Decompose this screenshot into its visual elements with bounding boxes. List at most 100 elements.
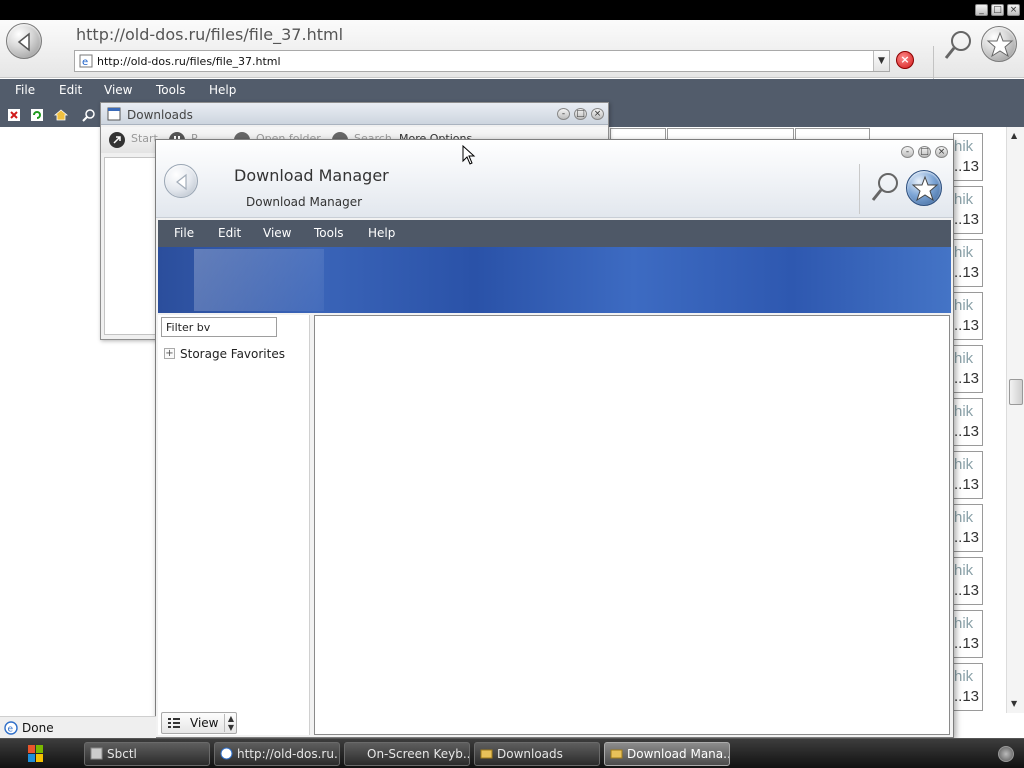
- back-button[interactable]: [6, 23, 42, 59]
- filter-input[interactable]: [161, 317, 277, 337]
- table-cell[interactable]: hik ..13: [953, 239, 983, 287]
- downloads-titlebar[interactable]: Downloads - □ ×: [101, 103, 608, 125]
- svg-text:e: e: [8, 725, 14, 735]
- cell-label: hik: [954, 138, 974, 155]
- table-cell[interactable]: hik ..13: [953, 451, 983, 499]
- menu-tools[interactable]: Tools: [156, 83, 186, 97]
- window-icon: [90, 747, 103, 760]
- taskbar-item-label: Downloads: [497, 747, 563, 761]
- maximize-button[interactable]: □: [991, 4, 1004, 16]
- ie-page-icon: [220, 747, 233, 760]
- windows-start-icon[interactable]: [20, 742, 50, 766]
- menu-view[interactable]: View: [263, 226, 291, 240]
- table-cell[interactable]: hik ..13: [953, 557, 983, 605]
- page-scrollbar[interactable]: ▲ ▼: [1006, 127, 1024, 713]
- table-cell[interactable]: hik ..13: [953, 292, 983, 340]
- favorites-button[interactable]: [981, 26, 1017, 62]
- table-cell[interactable]: hik ..13: [953, 610, 983, 658]
- refresh-icon[interactable]: [30, 108, 44, 122]
- menu-help[interactable]: Help: [368, 226, 395, 240]
- table-cell[interactable]: hik ..13: [953, 186, 983, 234]
- maximize-button[interactable]: □: [918, 146, 931, 158]
- search-small-icon[interactable]: [82, 108, 96, 122]
- status-text: Done: [22, 721, 54, 735]
- home-icon[interactable]: [54, 108, 68, 122]
- scroll-down-icon[interactable]: ▼: [1011, 699, 1017, 708]
- menu-view[interactable]: View: [104, 83, 132, 97]
- downloads-list[interactable]: [104, 157, 156, 335]
- favorites-button[interactable]: [906, 170, 942, 206]
- menu-file[interactable]: File: [15, 83, 35, 97]
- expand-icon[interactable]: +: [164, 348, 175, 359]
- view-button[interactable]: View ▲ ▼: [161, 712, 237, 734]
- back-button[interactable]: [164, 164, 198, 198]
- cell-value: ..13: [954, 635, 980, 652]
- download-manager-title: Download Manager: [234, 166, 389, 185]
- cell-label: hik: [954, 403, 974, 420]
- window-top-strip: _ □ ×: [0, 0, 1024, 20]
- chevron-down-icon[interactable]: ▼: [873, 51, 889, 71]
- minimize-button[interactable]: -: [901, 146, 914, 158]
- minimize-button[interactable]: -: [557, 108, 570, 120]
- download-list-pane[interactable]: [314, 315, 950, 735]
- menu-file[interactable]: File: [174, 226, 194, 240]
- window-icon: [107, 107, 121, 121]
- table-cell[interactable]: hik ..13: [953, 504, 983, 552]
- close-button[interactable]: ×: [1007, 4, 1020, 16]
- table-cell[interactable]: hik ..13: [953, 345, 983, 393]
- ie-page-icon: e: [4, 721, 18, 735]
- favorites-star-icon: [911, 175, 939, 202]
- address-input[interactable]: [97, 51, 867, 71]
- taskbar-item-sbctl[interactable]: Sbctl: [84, 742, 210, 766]
- scroll-thumb[interactable]: [1009, 379, 1023, 405]
- spinner-icon[interactable]: ▲ ▼: [224, 714, 237, 732]
- main-menu-bar: File Edit View Tools Help: [0, 79, 1024, 103]
- taskbar-item-keyboard[interactable]: On-Screen Keyb...: [344, 742, 470, 766]
- stop-icon[interactable]: ×: [896, 51, 914, 69]
- mouse-cursor-icon: [462, 145, 476, 165]
- cell-value: ..13: [954, 264, 980, 281]
- page-title: http://old-dos.ru/files/file_37.html: [76, 25, 344, 44]
- banner-image: [158, 247, 951, 313]
- address-bar[interactable]: e ▼: [74, 50, 890, 72]
- back-arrow-icon: [176, 173, 187, 191]
- toolbar-divider: [859, 164, 860, 214]
- cell-value: ..13: [954, 211, 980, 228]
- list-view-icon: [168, 718, 180, 728]
- status-bar: e Done: [0, 716, 156, 738]
- close-button[interactable]: ×: [591, 108, 604, 120]
- table-cell[interactable]: hik ..13: [953, 398, 983, 446]
- cell-value: ..13: [954, 423, 980, 440]
- download-manager-window[interactable]: Download Manager Download Manager - □ × …: [155, 139, 954, 738]
- taskbar-item-label: Download Mana...: [627, 747, 730, 761]
- table-cell[interactable]: hik ..13: [953, 663, 983, 711]
- tree-item-storage-favorites[interactable]: Storage Favorites: [180, 347, 285, 361]
- menu-help[interactable]: Help: [209, 83, 236, 97]
- taskbar-item-browser[interactable]: http://old-dos.ru...: [214, 742, 340, 766]
- taskbar-item-label: http://old-dos.ru...: [237, 747, 340, 761]
- taskbar-item-download-manager[interactable]: Download Mana...: [604, 742, 730, 766]
- start-button[interactable]: Start: [131, 132, 158, 145]
- close-button[interactable]: ×: [935, 146, 948, 158]
- search-icon[interactable]: [942, 28, 976, 62]
- minimize-button[interactable]: _: [975, 4, 988, 16]
- view-button-label: View: [190, 716, 219, 730]
- start-icon[interactable]: [108, 131, 126, 149]
- cell-value: ..13: [954, 317, 980, 334]
- menu-edit[interactable]: Edit: [218, 226, 241, 240]
- stop-page-icon[interactable]: [7, 108, 21, 122]
- menu-tools[interactable]: Tools: [314, 226, 344, 240]
- cell-value: ..13: [954, 370, 980, 387]
- taskbar-item-downloads[interactable]: Downloads: [474, 742, 600, 766]
- download-manager-header[interactable]: Download Manager Download Manager - □ ×: [156, 140, 953, 218]
- scroll-up-icon[interactable]: ▲: [1011, 131, 1017, 140]
- download-manager-menu-bar: File Edit View Tools Help: [158, 220, 951, 247]
- folder-icon: [480, 749, 493, 759]
- search-icon[interactable]: [868, 170, 902, 204]
- table-cell[interactable]: hik ..13: [953, 133, 983, 181]
- menu-edit[interactable]: Edit: [59, 83, 82, 97]
- tray-icon[interactable]: [998, 746, 1014, 762]
- cell-label: hik: [954, 244, 974, 261]
- cell-label: hik: [954, 350, 974, 367]
- maximize-button[interactable]: □: [574, 108, 587, 120]
